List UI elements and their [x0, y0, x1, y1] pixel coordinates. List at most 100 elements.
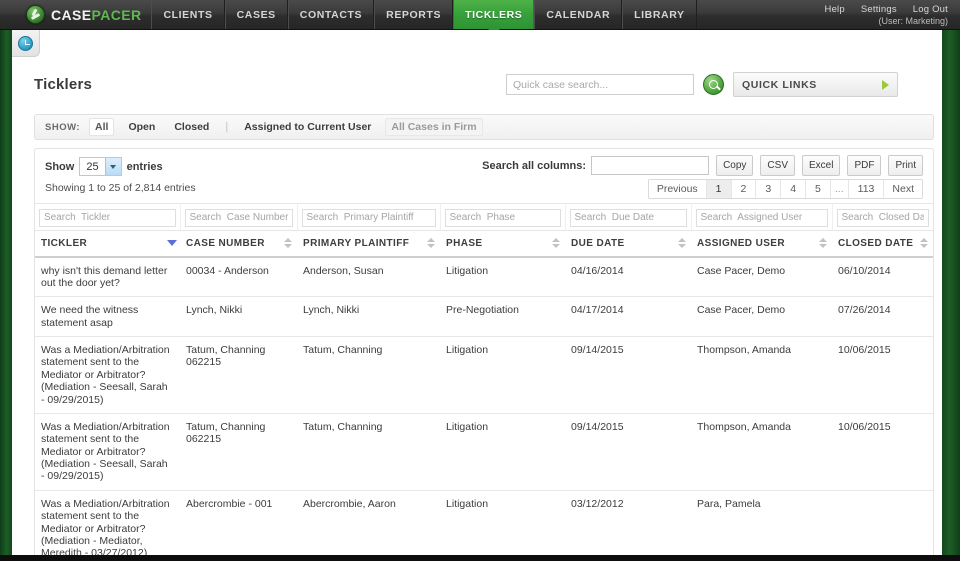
search-all-columns-input[interactable]	[591, 156, 710, 175]
filter-input-tickler[interactable]	[39, 208, 176, 227]
page-length-select[interactable]: 25	[79, 157, 122, 176]
nav-tab-library[interactable]: LIBRARY	[622, 0, 697, 29]
filter-cell-primary-plaintiff	[297, 203, 441, 231]
cell-assigned-user: Case Pacer, Demo	[691, 296, 832, 337]
column-header-tickler[interactable]: TICKLER	[35, 230, 180, 258]
table-row[interactable]: Was a Mediation/Arbitration statement se…	[35, 413, 933, 491]
column-header-phase-label: PHASE	[446, 237, 483, 249]
brand-logo[interactable]: CASEPACER	[0, 0, 151, 29]
column-header-assigned-user-label: ASSIGNED USER	[697, 237, 785, 249]
sort-indicator-icon	[678, 237, 686, 249]
sort-indicator-icon	[920, 237, 928, 249]
nav-tab-ticklers[interactable]: TICKLERS	[453, 0, 535, 29]
table-row[interactable]: why isn't this demand letter out the doo…	[35, 256, 933, 298]
show-prefix-label: Show	[45, 160, 75, 173]
filter-input-due-date[interactable]	[569, 208, 687, 227]
sort-indicator-icon	[427, 237, 435, 249]
column-header-assigned-user[interactable]: ASSIGNED USER	[691, 230, 832, 258]
export-excel-button[interactable]: Excel	[801, 155, 841, 176]
export-csv-button[interactable]: CSV	[760, 155, 795, 176]
pagination-page-last[interactable]: 113	[848, 180, 885, 198]
export-copy-button[interactable]: Copy	[716, 155, 754, 176]
filter-input-phase[interactable]	[444, 208, 561, 227]
cell-tickler[interactable]: We need the witness statement asap	[35, 296, 180, 337]
pagination-page-1[interactable]: 1	[706, 180, 732, 198]
help-link[interactable]: Help	[825, 4, 845, 15]
header-tools: QUICK LINKS	[506, 72, 898, 97]
cell-case-number[interactable]: Tatum, Channing 062215	[180, 413, 297, 491]
nav-tab-reports[interactable]: REPORTS	[374, 0, 454, 29]
cell-due-date: 04/16/2014	[565, 256, 691, 298]
column-header-closed-date-label: CLOSED DATE	[838, 237, 914, 249]
quick-links-button[interactable]: QUICK LINKS	[733, 72, 898, 97]
pagination-page-3[interactable]: 3	[756, 180, 782, 198]
filter-input-closed-date[interactable]	[836, 208, 929, 227]
export-pdf-button[interactable]: PDF	[847, 155, 882, 176]
cell-tickler[interactable]: Was a Mediation/Arbitration statement se…	[35, 336, 180, 414]
cell-phase: Litigation	[440, 490, 565, 561]
nav-tab-clients[interactable]: CLIENTS	[151, 0, 225, 29]
cell-closed-date	[832, 490, 933, 561]
cell-primary-plaintiff: Tatum, Channing	[297, 413, 440, 491]
pagination-page-2[interactable]: 2	[731, 180, 757, 198]
nav-tab-cases[interactable]: CASES	[224, 0, 288, 29]
pagination-page-5[interactable]: 5	[806, 180, 831, 198]
settings-link[interactable]: Settings	[861, 4, 897, 15]
cell-primary-plaintiff: Tatum, Channing	[297, 336, 440, 414]
show-label: SHOW:	[45, 121, 81, 133]
show-filter-closed[interactable]: Closed	[169, 119, 214, 135]
cell-tickler[interactable]: why isn't this demand letter out the doo…	[35, 256, 180, 298]
cell-case-number[interactable]: 00034 - Anderson	[180, 256, 297, 298]
pagination-next[interactable]: Next	[884, 180, 922, 198]
top-navigation-bar: CASEPACER CLIENTS CASES CONTACTS REPORTS…	[0, 0, 960, 30]
ticklers-panel: Show 25 entries Showing 1 to 25 of 2,814…	[34, 148, 934, 561]
column-header-closed-date[interactable]: CLOSED DATE	[832, 230, 933, 258]
filter-cell-phase	[440, 203, 566, 231]
sort-indicator-desc-icon	[167, 237, 177, 249]
magnifier-icon[interactable]	[703, 74, 724, 95]
pagination-previous[interactable]: Previous	[648, 180, 707, 198]
table-header: TICKLER CASE NUMBER PRIMARY PLAINTIFF PH…	[35, 203, 933, 258]
nav-tab-calendar[interactable]: CALENDAR	[534, 0, 623, 29]
cell-due-date: 04/17/2014	[565, 296, 691, 337]
cell-case-number[interactable]: Abercrombie - 001	[180, 490, 297, 561]
column-header-case-number[interactable]: CASE NUMBER	[180, 230, 297, 258]
pagination-page-4[interactable]: 4	[781, 180, 807, 198]
filter-cell-due-date	[565, 203, 692, 231]
cell-closed-date: 06/10/2014	[832, 256, 933, 298]
cell-assigned-user: Thompson, Amanda	[691, 413, 832, 491]
sort-indicator-icon	[552, 237, 560, 249]
quick-case-search-input[interactable]	[506, 74, 694, 95]
show-scope-all-cases-in-firm[interactable]: All Cases in Firm	[385, 118, 483, 136]
column-header-primary-plaintiff[interactable]: PRIMARY PLAINTIFF	[297, 230, 440, 258]
cell-tickler[interactable]: Was a Mediation/Arbitration statement se…	[35, 490, 180, 561]
logout-link[interactable]: Log Out	[913, 4, 948, 15]
clock-icon	[18, 35, 33, 51]
quick-links-label: QUICK LINKS	[742, 78, 817, 91]
column-header-primary-plaintiff-label: PRIMARY PLAINTIFF	[303, 237, 410, 249]
show-scope-assigned-to-current-user[interactable]: Assigned to Current User	[239, 119, 376, 135]
show-filter-open[interactable]: Open	[123, 119, 160, 135]
column-header-phase[interactable]: PHASE	[440, 230, 565, 258]
show-filter-all[interactable]: All	[89, 118, 115, 136]
cell-tickler[interactable]: Was a Mediation/Arbitration statement se…	[35, 413, 180, 491]
nav-tab-contacts[interactable]: CONTACTS	[287, 0, 375, 29]
filter-input-assigned-user[interactable]	[695, 208, 828, 227]
search-all-columns-group: Search all columns: Copy CSV Excel PDF P…	[482, 155, 923, 176]
column-header-due-date[interactable]: DUE DATE	[565, 230, 691, 258]
show-bar-divider: |	[225, 121, 229, 133]
table-row[interactable]: Was a Mediation/Arbitration statement se…	[35, 490, 933, 561]
filter-input-primary-plaintiff[interactable]	[301, 208, 436, 227]
cell-case-number[interactable]: Tatum, Channing 062215	[180, 336, 297, 414]
table-row[interactable]: Was a Mediation/Arbitration statement se…	[35, 336, 933, 414]
cell-phase: Pre-Negotiation	[440, 296, 565, 337]
cell-phase: Litigation	[440, 336, 565, 414]
column-header-case-number-label: CASE NUMBER	[186, 237, 265, 249]
export-print-button[interactable]: Print	[888, 155, 923, 176]
ticklers-clock-tab[interactable]	[12, 30, 40, 57]
current-user-label: (User: Marketing)	[878, 15, 948, 26]
cell-case-number[interactable]: Lynch, Nikki	[180, 296, 297, 337]
filter-input-case-number[interactable]	[184, 208, 293, 227]
right-edge-decoration	[942, 30, 960, 561]
table-row[interactable]: We need the witness statement asap Lynch…	[35, 296, 933, 337]
